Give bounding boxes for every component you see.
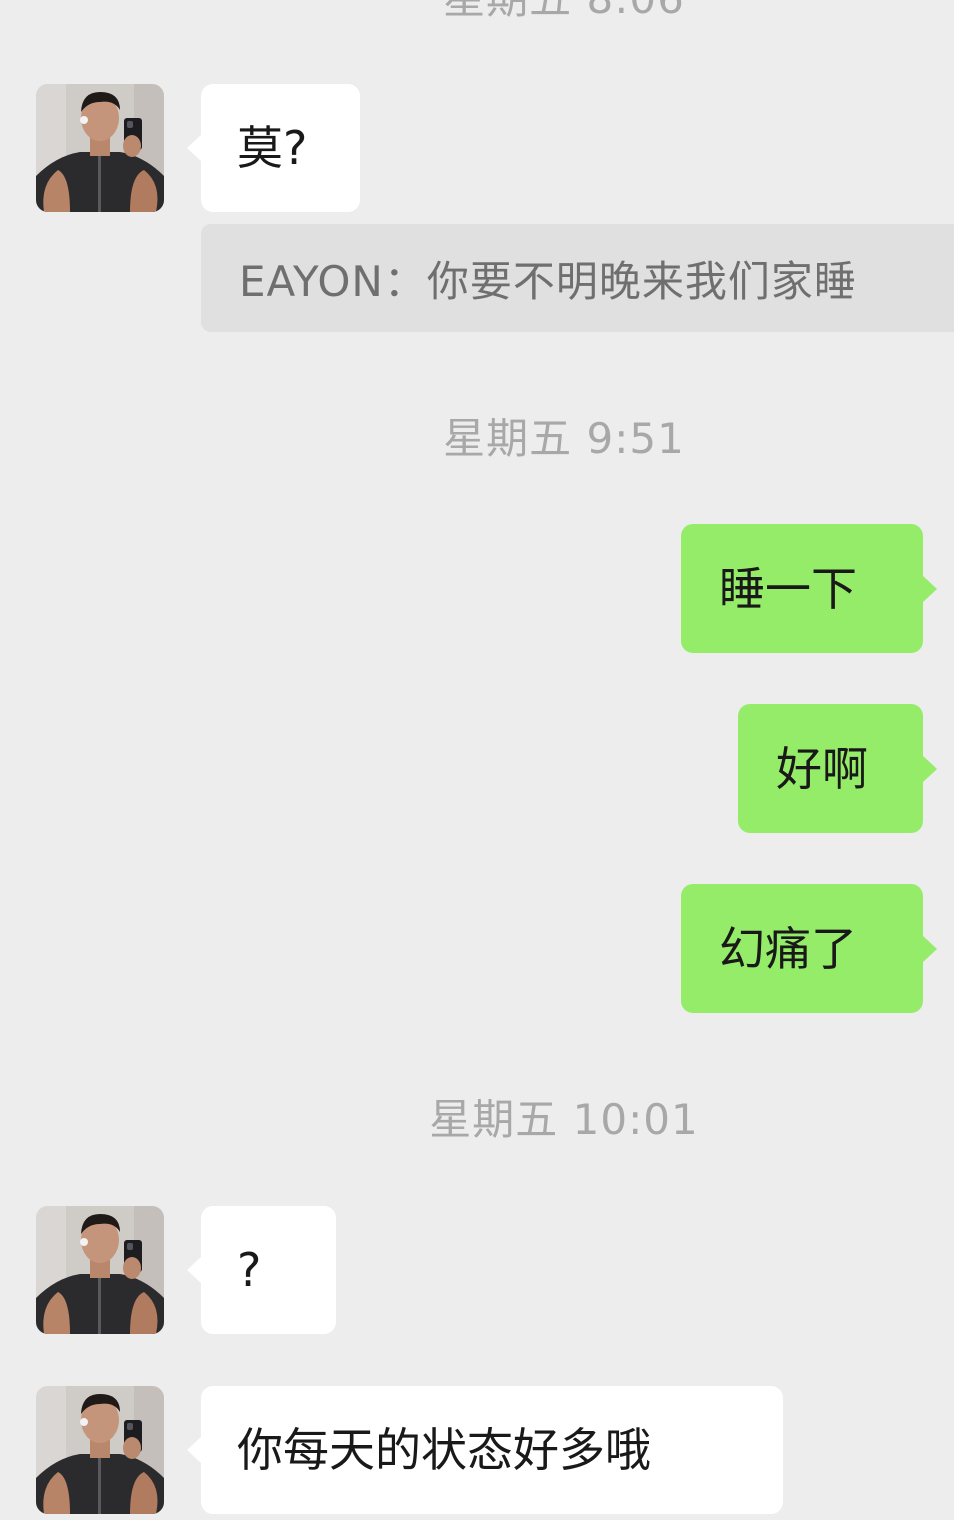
- incoming-message-bubble[interactable]: 你每天的状态好多哦: [187, 1386, 783, 1514]
- message-text: 好啊: [776, 741, 868, 796]
- timestamp: 星期五 10:01: [429, 1095, 699, 1144]
- avatar-image: [36, 1206, 164, 1334]
- incoming-message-bubble[interactable]: ?: [187, 1206, 336, 1334]
- message-text: 幻痛了: [719, 921, 857, 976]
- timestamp: 星期五 8:06: [0, 0, 954, 20]
- outgoing-message-bubble[interactable]: 幻痛了: [681, 884, 937, 1013]
- contact-avatar[interactable]: [36, 84, 164, 212]
- quoted-message[interactable]: EAYON：你要不明晚来我们家睡: [201, 224, 954, 332]
- avatar-image: [36, 1386, 164, 1514]
- message-text: 你每天的状态好多哦: [237, 1423, 651, 1477]
- message-text: ?: [237, 1243, 262, 1297]
- message-text: 莫?: [237, 121, 308, 175]
- contact-avatar[interactable]: [36, 1206, 164, 1334]
- outgoing-message-bubble[interactable]: 睡一下: [681, 524, 937, 653]
- outgoing-message-bubble[interactable]: 好啊: [738, 704, 937, 833]
- message-text: 睡一下: [719, 561, 857, 616]
- avatar-image: [36, 84, 164, 212]
- timestamp: 星期五 9:51: [443, 414, 685, 463]
- quoted-message-text: EAYON：你要不明晚来我们家睡: [239, 256, 857, 306]
- contact-avatar[interactable]: [36, 1386, 164, 1514]
- incoming-message-bubble[interactable]: 莫?: [187, 84, 360, 212]
